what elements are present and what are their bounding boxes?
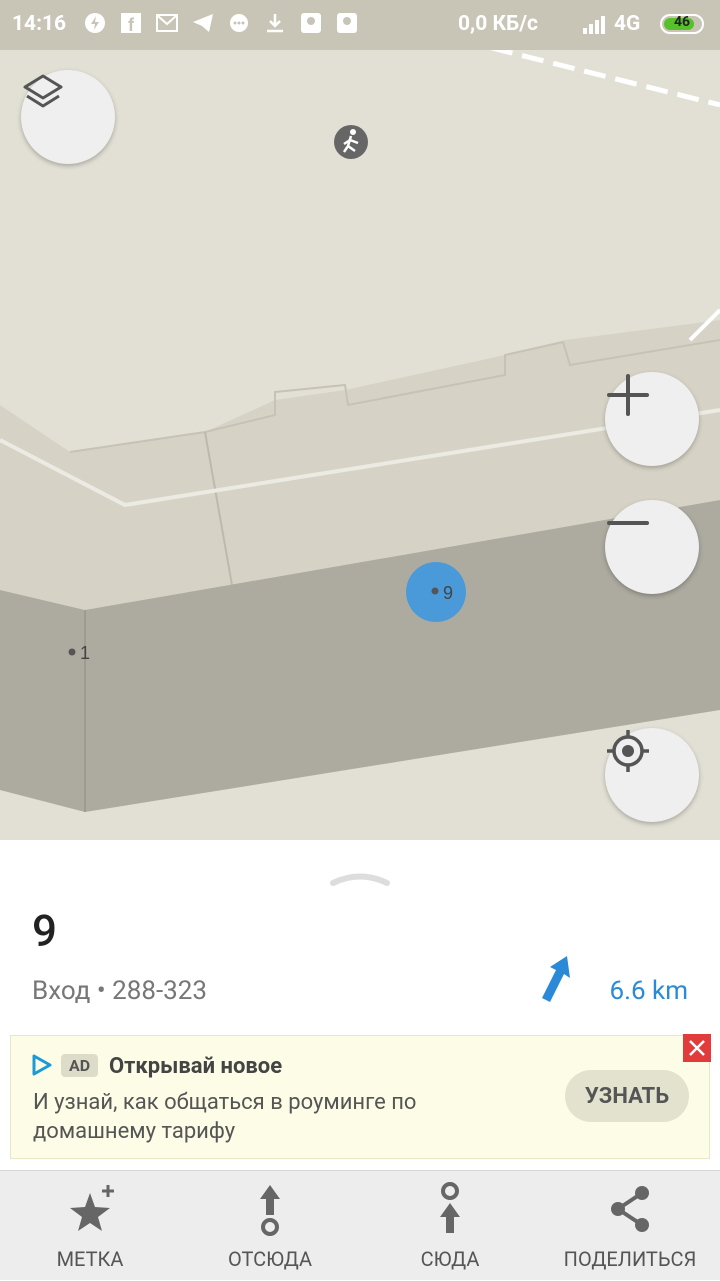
play-icon [32, 1054, 52, 1076]
battery-level: 46 [673, 14, 691, 30]
ad-badge: AD [61, 1054, 99, 1077]
map-marker-label: 1 [80, 643, 90, 663]
facebook-icon: f [120, 12, 142, 35]
share-button[interactable]: ПОДЕЛИТЬСЯ [540, 1171, 720, 1281]
maps-icon [300, 12, 322, 34]
close-icon [689, 1040, 705, 1056]
route-to-label: СЮДА [420, 1247, 480, 1271]
ad-text: И узнай, как общаться в роуминге по дома… [33, 1090, 417, 1144]
share-icon [611, 1186, 649, 1232]
chat-icon [228, 12, 250, 34]
signal-icon [583, 14, 609, 40]
my-location-button[interactable] [605, 728, 699, 822]
zoom-in-button[interactable] [605, 372, 699, 466]
ad-banner[interactable]: AD Открывай новое И узнай, как общаться … [10, 1034, 711, 1159]
battery-icon: 46 [660, 14, 704, 34]
bottom-action-bar: МЕТКА ОТСЮДА СЮДА ПОДЕЛИТЬСЯ [0, 1170, 720, 1280]
route-from-button[interactable]: ОТСЮДА [180, 1171, 360, 1281]
status-time: 14:16 [12, 12, 67, 36]
ad-title: Открывай новое [109, 1054, 283, 1079]
share-label: ПОДЕЛИТЬСЯ [563, 1247, 697, 1271]
ad-learn-button[interactable]: УЗНАТЬ [565, 1070, 689, 1122]
route-to-button[interactable]: СЮДА [360, 1171, 540, 1281]
maps-icon-2 [336, 12, 358, 34]
place-distance: 6.6 km [609, 976, 688, 1006]
bookmark-label: МЕТКА [56, 1247, 124, 1271]
route-to-icon [440, 1182, 460, 1233]
ad-close-button[interactable] [683, 1034, 711, 1062]
bolt-icon [84, 12, 106, 34]
map-marker-label: 9 [443, 583, 453, 603]
network-type: 4G [614, 12, 641, 36]
svg-text:f: f [128, 15, 135, 34]
map-marker-9[interactable]: 9 [406, 562, 466, 622]
zoom-out-button[interactable] [605, 500, 699, 594]
status-bar: 14:16 f 0,0 КБ/с 4G 46 [0, 0, 720, 50]
crosshair-icon [607, 730, 649, 772]
sheet-handle-icon[interactable] [330, 872, 390, 886]
network-speed: 0,0 КБ/с [458, 12, 538, 36]
direction-arrow-icon [542, 956, 570, 1002]
plus-icon [607, 374, 649, 416]
map-view[interactable]: 9 1 [0, 50, 720, 840]
route-from-icon [260, 1185, 280, 1236]
place-title: 9 [32, 905, 58, 957]
star-plus-icon [70, 1185, 114, 1231]
bookmark-button[interactable]: МЕТКА [0, 1171, 180, 1281]
gmail-icon [156, 12, 178, 34]
telegram-icon [192, 12, 214, 34]
pedestrian-icon [334, 125, 368, 159]
notification-icons: f [84, 12, 358, 35]
download-icon [264, 12, 286, 34]
route-from-label: ОТСЮДА [228, 1247, 312, 1271]
layers-icon [23, 74, 63, 108]
place-subtitle: Вход • 288-323 [32, 976, 207, 1006]
minus-icon [607, 521, 649, 525]
layers-button[interactable] [21, 70, 115, 164]
